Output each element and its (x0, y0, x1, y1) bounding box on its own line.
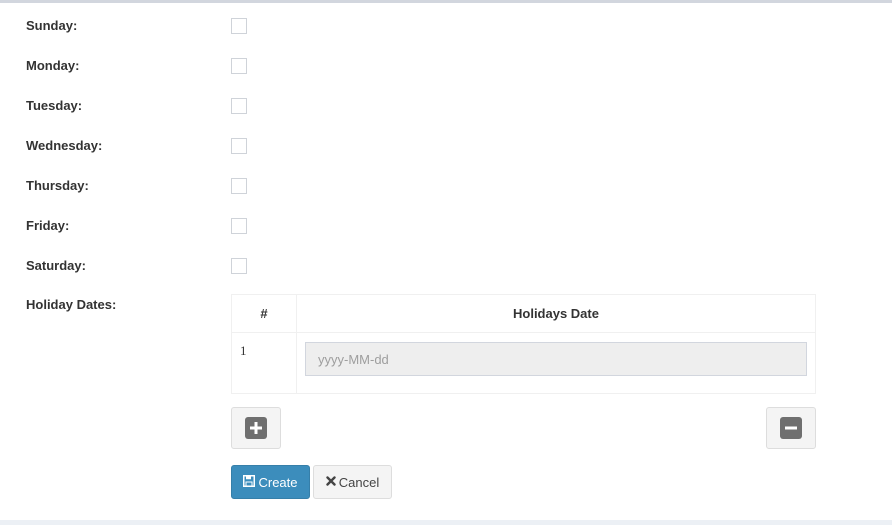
wednesday-checkbox[interactable] (231, 138, 247, 154)
holidays-header-row: # Holidays Date (231, 294, 816, 333)
add-row-button[interactable] (231, 407, 281, 449)
monday-label: Monday: (26, 58, 80, 73)
create-label: Create (258, 474, 298, 490)
column-header-holidays-date: Holidays Date (296, 294, 816, 333)
minus-square-icon (780, 417, 802, 439)
day-row-saturday: Saturday: (26, 257, 266, 277)
day-row-sunday: Sunday: (26, 17, 266, 37)
day-row-monday: Monday: (26, 57, 266, 77)
day-row-tuesday: Tuesday: (26, 97, 266, 117)
sunday-label: Sunday: (26, 18, 78, 33)
column-header-index: # (231, 294, 297, 333)
table-row: 1 (231, 332, 816, 394)
saturday-checkbox[interactable] (231, 258, 247, 274)
create-button[interactable]: Create (231, 465, 310, 499)
cancel-label: Cancel (338, 474, 380, 490)
sunday-checkbox[interactable] (231, 18, 247, 34)
friday-label: Friday: (26, 218, 70, 233)
row-index: 1 (231, 332, 297, 394)
holiday-date-input[interactable] (305, 342, 807, 376)
friday-checkbox[interactable] (231, 218, 247, 234)
saturday-label: Saturday: (26, 258, 86, 273)
tuesday-label: Tuesday: (26, 98, 83, 113)
plus-square-icon (245, 417, 267, 439)
wednesday-label: Wednesday: (26, 138, 103, 153)
times-icon (326, 476, 336, 488)
tuesday-checkbox[interactable] (231, 98, 247, 114)
thursday-checkbox[interactable] (231, 178, 247, 194)
thursday-label: Thursday: (26, 178, 89, 193)
day-row-wednesday: Wednesday: (26, 137, 266, 157)
form-box: Sunday: Monday: Tuesday: Wednesday: Thur… (0, 0, 892, 520)
holidays-table: # Holidays Date 1 (231, 294, 816, 394)
save-icon (243, 475, 256, 489)
date-cell (296, 332, 816, 394)
cancel-button[interactable]: Cancel (313, 465, 392, 499)
day-row-thursday: Thursday: (26, 177, 266, 197)
holiday-dates-label: Holiday Dates: (26, 297, 117, 312)
monday-checkbox[interactable] (231, 58, 247, 74)
day-row-friday: Friday: (26, 217, 266, 237)
remove-row-button[interactable] (766, 407, 816, 449)
